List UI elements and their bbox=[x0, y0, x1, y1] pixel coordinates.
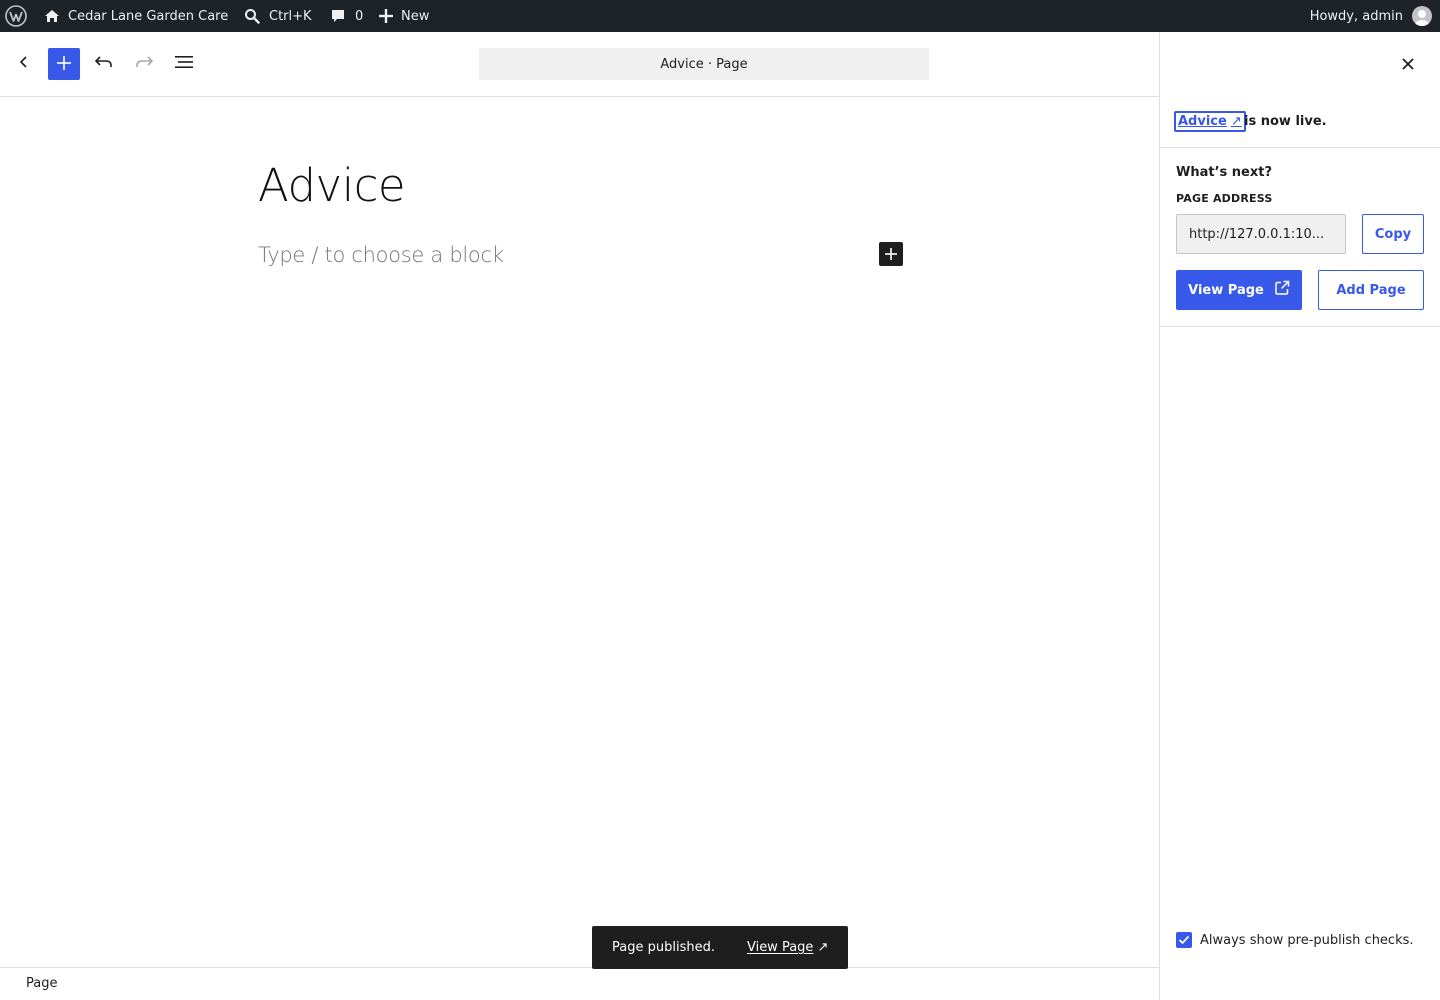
avatar bbox=[1412, 6, 1432, 26]
command-search-button[interactable]: Ctrl+K bbox=[244, 0, 312, 32]
snackbar-notice: Page published. View Page ↗ bbox=[592, 926, 848, 969]
document-title: Advice · Page bbox=[660, 56, 748, 72]
snackbar-view-page-link[interactable]: View Page bbox=[747, 940, 813, 955]
view-page-button[interactable]: View Page bbox=[1176, 270, 1302, 310]
external-link-icon bbox=[1264, 280, 1290, 300]
published-notice: Advice ↗ is now live. bbox=[1160, 97, 1440, 148]
prepublish-checks-toggle[interactable]: Always show pre-publish checks. bbox=[1176, 932, 1414, 948]
page-title[interactable]: Advice bbox=[258, 159, 406, 212]
plus-icon bbox=[885, 245, 897, 264]
wordpress-logo-icon[interactable] bbox=[5, 0, 29, 32]
redo-icon bbox=[134, 54, 154, 74]
whats-next-section: What’s next? PAGE ADDRESS http://127.0.0… bbox=[1160, 148, 1440, 327]
prepublish-label: Always show pre-publish checks. bbox=[1200, 932, 1414, 948]
comment-icon bbox=[330, 8, 346, 24]
search-shortcut-label: Ctrl+K bbox=[269, 8, 312, 24]
undo-icon bbox=[94, 54, 114, 74]
back-button[interactable] bbox=[8, 48, 40, 80]
breadcrumb[interactable]: Page bbox=[26, 976, 57, 991]
admin-bar: Cedar Lane Garden Care Ctrl+K 0 New Howd… bbox=[0, 0, 1440, 32]
external-arrow-icon: ↗ bbox=[817, 940, 829, 955]
undo-button[interactable] bbox=[88, 48, 120, 80]
post-publish-panel: Advice ↗ is now live. What’s next? PAGE … bbox=[1159, 32, 1440, 1000]
howdy-label: Howdy, admin bbox=[1309, 8, 1403, 24]
copy-address-button[interactable]: Copy bbox=[1362, 214, 1424, 254]
site-name-link[interactable]: Cedar Lane Garden Care bbox=[44, 0, 228, 32]
search-icon bbox=[244, 8, 260, 24]
close-panel-button[interactable] bbox=[1392, 48, 1424, 80]
published-page-link[interactable]: Advice ↗ bbox=[1174, 111, 1246, 132]
page-address-field[interactable]: http://127.0.0.1:10... bbox=[1176, 214, 1346, 254]
editor-canvas: Advice Type / to choose a block bbox=[0, 97, 1159, 967]
external-arrow-icon: ↗ bbox=[1230, 114, 1242, 129]
whats-next-heading: What’s next? bbox=[1176, 165, 1272, 180]
comments-count: 0 bbox=[355, 8, 364, 24]
document-bar[interactable]: Advice · Page bbox=[479, 48, 929, 80]
prepublish-checkbox[interactable] bbox=[1176, 932, 1192, 948]
account-menu[interactable]: Howdy, admin bbox=[1310, 0, 1432, 32]
chevron-left-icon bbox=[16, 54, 32, 74]
plus-icon bbox=[57, 55, 71, 74]
home-icon bbox=[44, 8, 60, 24]
plus-icon bbox=[379, 9, 393, 23]
document-overview-button[interactable] bbox=[168, 48, 200, 80]
redo-button[interactable] bbox=[128, 48, 160, 80]
add-page-button[interactable]: Add Page bbox=[1318, 270, 1424, 310]
new-content-menu[interactable]: New bbox=[379, 0, 429, 32]
snackbar-message: Page published. bbox=[612, 940, 715, 955]
live-status-text: is now live. bbox=[1244, 114, 1327, 129]
editor-footer: Page bbox=[0, 967, 1159, 1000]
comments-link[interactable]: 0 bbox=[330, 0, 363, 32]
page-address-label: PAGE ADDRESS bbox=[1176, 192, 1273, 205]
block-placeholder[interactable]: Type / to choose a block bbox=[258, 243, 504, 267]
list-view-icon bbox=[174, 54, 194, 74]
new-label: New bbox=[401, 8, 430, 24]
editor-header: Advice · Page bbox=[0, 32, 1159, 97]
published-page-link-label: Advice bbox=[1178, 114, 1227, 129]
close-icon bbox=[1402, 55, 1414, 74]
inline-block-inserter-button[interactable] bbox=[879, 242, 903, 266]
block-inserter-toggle[interactable] bbox=[48, 48, 80, 80]
view-page-label: View Page bbox=[1188, 282, 1264, 298]
site-name-label: Cedar Lane Garden Care bbox=[68, 8, 229, 24]
